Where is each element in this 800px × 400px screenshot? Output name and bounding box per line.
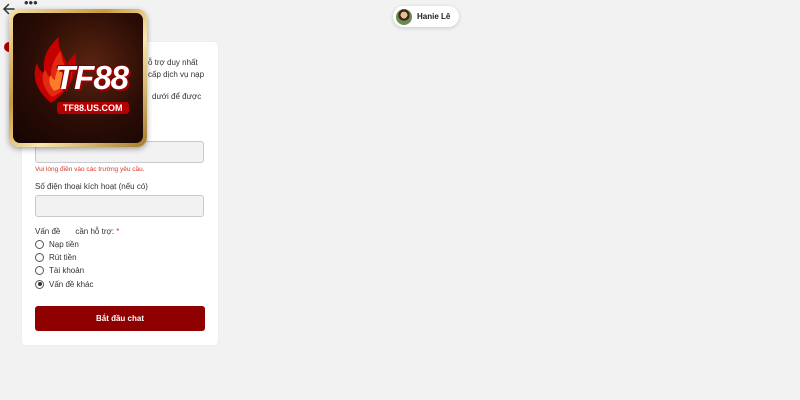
topic-label: Vấn đề cần hỗ trợ: * bbox=[35, 227, 119, 236]
radio-button[interactable] bbox=[35, 239, 44, 249]
logo-background: TF88 TF88.US.COM bbox=[13, 13, 143, 143]
topic-label-part2: cần hỗ trợ: bbox=[75, 227, 114, 236]
radio-label: Vấn đề khác bbox=[49, 279, 94, 289]
radio-option-nap-tien[interactable]: Nạp tiền bbox=[35, 239, 79, 249]
radio-button[interactable] bbox=[35, 252, 44, 262]
intro-line-2: cấp dịch vụ nạp bbox=[148, 70, 205, 79]
required-mark: * bbox=[116, 227, 120, 236]
start-chat-button[interactable]: Bắt đầu chat bbox=[35, 306, 205, 331]
radio-label: Rút tiền bbox=[49, 252, 77, 262]
radio-label: Tài khoản bbox=[49, 265, 85, 275]
phone-label: Số điện thoại kích hoạt (nếu có) bbox=[35, 182, 148, 191]
intro-line-1: ỗ trợ duy nhất bbox=[148, 58, 198, 67]
radio-option-rut-tien[interactable]: Rút tiền bbox=[35, 252, 77, 262]
logo-domain-text: TF88.US.COM bbox=[57, 102, 129, 114]
radio-option-tai-khoan[interactable]: Tài khoản bbox=[35, 265, 84, 275]
agent-badge: Hanie Lê bbox=[393, 6, 460, 27]
radio-button[interactable] bbox=[35, 265, 44, 275]
phone-input[interactable] bbox=[35, 195, 204, 217]
logo-brand-text: TF88 bbox=[55, 59, 129, 96]
error-message: Vui lòng điền vào các trường yêu cầu. bbox=[35, 166, 145, 173]
topic-label-part1: Vấn đề bbox=[35, 227, 61, 236]
radio-label: Nạp tiền bbox=[49, 239, 79, 249]
agent-name: Hanie Lê bbox=[417, 12, 451, 21]
agent-avatar bbox=[396, 8, 412, 25]
tf88-logo: TF88 TF88.US.COM bbox=[9, 9, 147, 147]
radio-button-selected[interactable] bbox=[35, 279, 44, 289]
intro-line-3: dưới để được bbox=[152, 92, 202, 101]
radio-option-van-de-khac[interactable]: Vấn đề khác bbox=[35, 279, 93, 289]
